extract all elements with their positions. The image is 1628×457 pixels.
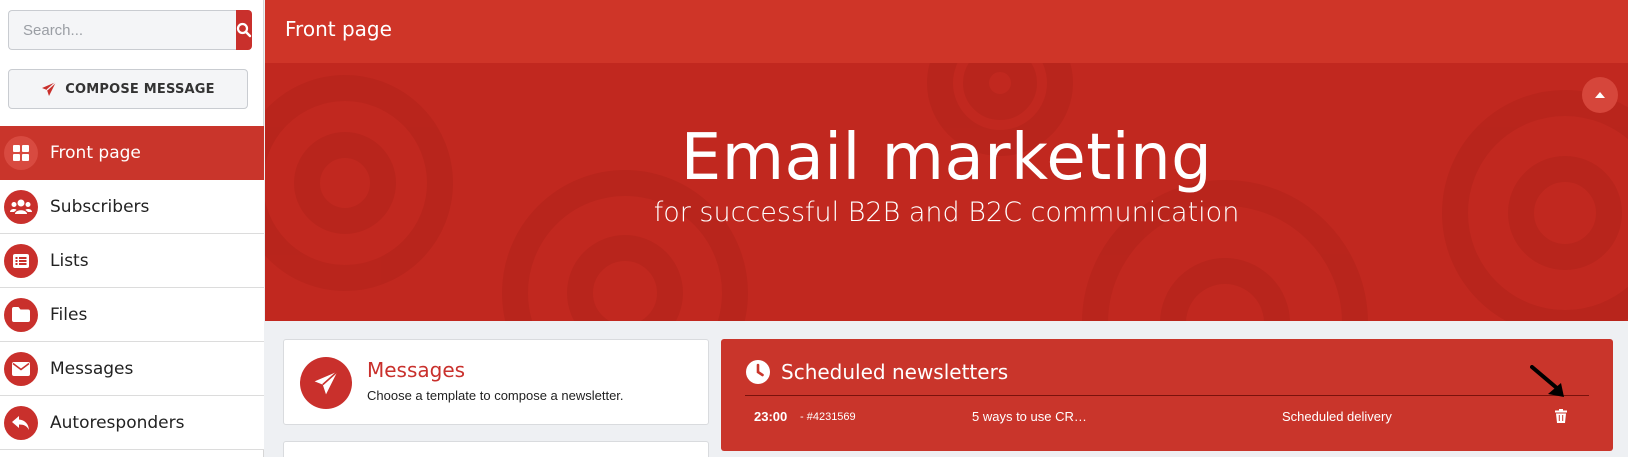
delete-button[interactable] bbox=[1551, 405, 1571, 427]
sidebar-item-autoresponders[interactable]: Autoresponders bbox=[0, 396, 264, 450]
sidebar-item-messages[interactable]: Messages bbox=[0, 342, 264, 396]
hero-banner: Email marketing for successful B2B and B… bbox=[265, 63, 1628, 321]
sidebar-item-label: Subscribers bbox=[50, 196, 150, 217]
clock-icon bbox=[746, 360, 770, 384]
scheduled-id: - #4231569 bbox=[800, 411, 856, 423]
divider bbox=[745, 395, 1589, 396]
sidebar-item-label: Messages bbox=[50, 358, 134, 379]
collapse-button[interactable] bbox=[1582, 77, 1618, 113]
next-card bbox=[283, 441, 709, 457]
sidebar-item-label: Front page bbox=[50, 142, 141, 163]
hero-subtitle: for successful B2B and B2C communication bbox=[653, 197, 1240, 228]
search-button[interactable] bbox=[236, 10, 252, 50]
table-row[interactable]: 23:00 - #4231569 5 ways to use CR… Sched… bbox=[745, 397, 1589, 435]
paper-plane-icon bbox=[42, 81, 57, 96]
scheduled-newsletters-card: Scheduled newsletters 23:00 - #4231569 5… bbox=[721, 339, 1613, 451]
search-bar bbox=[8, 10, 252, 50]
sidebar-item-front-page[interactable]: Front page bbox=[0, 126, 264, 180]
messages-card-title[interactable]: Messages bbox=[367, 358, 465, 382]
compose-message-button[interactable]: COMPOSE MESSAGE bbox=[8, 69, 248, 109]
hero-title: Email marketing bbox=[680, 121, 1213, 195]
sidebar-item-subscribers[interactable]: Subscribers bbox=[0, 180, 264, 234]
search-icon bbox=[236, 22, 252, 38]
compose-message-label: COMPOSE MESSAGE bbox=[65, 81, 215, 97]
sidebar-item-label: Lists bbox=[50, 250, 89, 271]
messages-card-description: Choose a template to compose a newslette… bbox=[367, 388, 624, 403]
scheduled-header: Scheduled newsletters bbox=[745, 359, 1008, 385]
envelope-icon bbox=[12, 361, 30, 376]
scheduled-time: 23:00 bbox=[754, 409, 788, 424]
sidebar-item-label: Autoresponders bbox=[50, 412, 185, 433]
caret-up-icon bbox=[1595, 92, 1605, 98]
search-input[interactable] bbox=[8, 10, 236, 50]
sidebar-item-lists[interactable]: Lists bbox=[0, 234, 264, 288]
reply-icon bbox=[12, 415, 29, 430]
sidebar-item-files[interactable]: Files bbox=[0, 288, 264, 342]
sidebar-item-label: Files bbox=[50, 304, 88, 325]
top-bar: Front page bbox=[265, 0, 1628, 63]
sidebar: COMPOSE MESSAGE Front page Subscribers bbox=[0, 0, 264, 457]
paper-plane-icon bbox=[314, 371, 338, 395]
grid-icon bbox=[13, 144, 29, 161]
list-icon bbox=[13, 253, 29, 268]
page-title: Front page bbox=[285, 17, 392, 41]
users-icon bbox=[10, 199, 32, 214]
scheduled-title: Scheduled newsletters bbox=[781, 360, 1009, 384]
folder-icon bbox=[12, 307, 30, 322]
messages-card[interactable]: Messages Choose a template to compose a … bbox=[283, 339, 709, 425]
trash-icon bbox=[1555, 409, 1567, 423]
sidebar-nav: Front page Subscribers Lists Files Messa… bbox=[0, 126, 264, 450]
scheduled-status: Scheduled delivery bbox=[1282, 409, 1392, 424]
scheduled-subject[interactable]: 5 ways to use CR… bbox=[972, 409, 1087, 424]
